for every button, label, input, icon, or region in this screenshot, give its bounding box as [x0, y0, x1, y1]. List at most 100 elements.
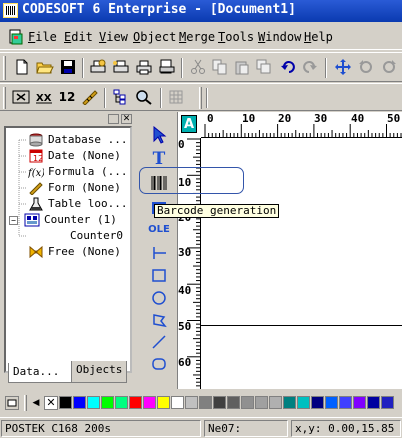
color-swatch[interactable]	[115, 396, 128, 409]
color-swatch[interactable]	[185, 396, 198, 409]
ellipse-tool-icon[interactable]	[148, 287, 170, 309]
tree-item-database[interactable]: Database ...	[28, 132, 127, 148]
pointer-tool-icon[interactable]	[148, 124, 170, 146]
tree-item-free[interactable]: Free (None)	[28, 244, 121, 260]
color-swatch[interactable]	[283, 396, 296, 409]
menu-merge[interactable]: Merge	[179, 30, 215, 44]
tree-item-table-lookup[interactable]: Table loo...	[28, 196, 127, 212]
status-field: Ne07:	[204, 420, 288, 437]
move-icon[interactable]	[333, 57, 353, 77]
color-swatch[interactable]	[59, 396, 72, 409]
rounded-rectangle-tool-icon[interactable]	[148, 353, 170, 375]
cut-icon[interactable]	[188, 57, 208, 77]
color-swatch[interactable]	[353, 396, 366, 409]
color-swatch[interactable]	[311, 396, 324, 409]
tab-data[interactable]: Data...	[8, 363, 72, 383]
line-tool-icon[interactable]	[148, 242, 170, 264]
toolbar-grip[interactable]	[3, 56, 6, 80]
table-lookup-icon	[29, 197, 43, 211]
polygon-tool-icon[interactable]	[148, 309, 170, 331]
color-swatch[interactable]	[297, 396, 310, 409]
menu-help[interactable]: Help	[304, 30, 333, 44]
separator	[104, 88, 106, 108]
color-swatch[interactable]	[213, 396, 226, 409]
counter-icon	[24, 213, 40, 227]
color-swatch[interactable]	[339, 396, 352, 409]
no-color-icon[interactable]: ✕	[44, 396, 58, 410]
separator	[181, 58, 183, 78]
color-swatch[interactable]	[381, 396, 394, 409]
color-swatch[interactable]	[157, 396, 170, 409]
ole-tool-button[interactable]: OLE	[148, 218, 170, 240]
color-swatch[interactable]	[73, 396, 86, 409]
color-swatch[interactable]	[269, 396, 282, 409]
tree-item-counter0[interactable]: Counter0	[70, 228, 123, 244]
palette-icon[interactable]	[5, 396, 19, 410]
zoom-icon[interactable]	[134, 87, 154, 107]
tree-view-icon[interactable]	[111, 87, 131, 107]
print-setup-icon[interactable]	[88, 57, 108, 77]
diagonal-line-tool-icon[interactable]	[148, 331, 170, 353]
document-icon	[9, 29, 23, 45]
color-swatch[interactable]	[255, 396, 268, 409]
rotate-right-icon[interactable]	[379, 57, 399, 77]
barcode-value-icon[interactable]	[11, 87, 31, 107]
title-bar: CODESOFT 6 Enterprise - [Document1]	[0, 0, 402, 22]
color-swatch[interactable]	[171, 396, 184, 409]
color-swatch[interactable]	[367, 396, 380, 409]
database-icon	[29, 133, 43, 147]
duplicate-icon[interactable]	[254, 57, 274, 77]
color-swatch[interactable]	[87, 396, 100, 409]
restore-icon[interactable]	[108, 114, 119, 124]
menu-file[interactable]: File	[28, 30, 57, 44]
tab-objects[interactable]: Objects	[71, 361, 127, 383]
ruler-label-10: 10	[242, 112, 255, 125]
scroll-left-icon[interactable]: ◀	[30, 396, 42, 410]
menu-window[interactable]: Window	[258, 30, 301, 44]
text-format-icon[interactable]: XX	[34, 87, 54, 107]
menu-edit[interactable]: Edit	[64, 30, 93, 44]
tree-item-formula[interactable]: f(x) Formula (...	[28, 164, 127, 180]
toolbar-grip[interactable]	[3, 87, 6, 109]
ruler-label-30: 30	[314, 112, 327, 125]
open-icon[interactable]	[35, 57, 55, 77]
free-icon	[29, 245, 43, 259]
color-swatch[interactable]	[129, 396, 142, 409]
svg-text:12: 12	[33, 154, 43, 163]
grid-icon[interactable]	[166, 87, 186, 107]
paste-icon[interactable]	[232, 57, 252, 77]
rotate-left-icon[interactable]	[356, 57, 376, 77]
menu-view[interactable]: View	[99, 30, 128, 44]
horizontal-ruler: 0 10 20 30 40 50	[201, 112, 402, 138]
toolbar-grip[interactable]	[199, 87, 202, 109]
tree-item-form[interactable]: Form (None)	[28, 180, 121, 196]
menu-tools[interactable]: Tools	[218, 30, 254, 44]
color-swatch[interactable]	[143, 396, 156, 409]
print-icon[interactable]	[134, 57, 154, 77]
color-swatch[interactable]	[325, 396, 338, 409]
svg-text:f(x): f(x)	[28, 168, 44, 179]
color-swatch[interactable]	[199, 396, 212, 409]
new-icon[interactable]	[12, 57, 32, 77]
undo-icon[interactable]	[278, 57, 298, 77]
save-icon[interactable]	[58, 57, 78, 77]
redo-icon[interactable]	[300, 57, 320, 77]
color-swatch[interactable]	[241, 396, 254, 409]
color-swatch[interactable]	[101, 396, 114, 409]
number-format-button[interactable]: 12	[57, 87, 77, 107]
close-icon[interactable]: ✕	[121, 114, 132, 124]
rectangle-tool-icon[interactable]	[148, 265, 170, 287]
color-swatch[interactable]	[227, 396, 240, 409]
standard-toolbar	[0, 52, 402, 82]
copy-icon[interactable]	[210, 57, 230, 77]
menu-object[interactable]: Object	[133, 30, 176, 44]
form-icon[interactable]	[80, 87, 100, 107]
tree-item-counter[interactable]: − Counter (1)	[9, 212, 117, 228]
printer-icon[interactable]	[111, 57, 131, 77]
ruler-label-30: 30	[178, 246, 191, 259]
collapse-toggle[interactable]: −	[9, 215, 18, 225]
toolbar-grip[interactable]	[24, 395, 27, 411]
print-preview-icon[interactable]	[157, 57, 177, 77]
ruler-label-40: 40	[178, 284, 191, 297]
tree-item-date[interactable]: 12 Date (None)	[28, 148, 121, 164]
